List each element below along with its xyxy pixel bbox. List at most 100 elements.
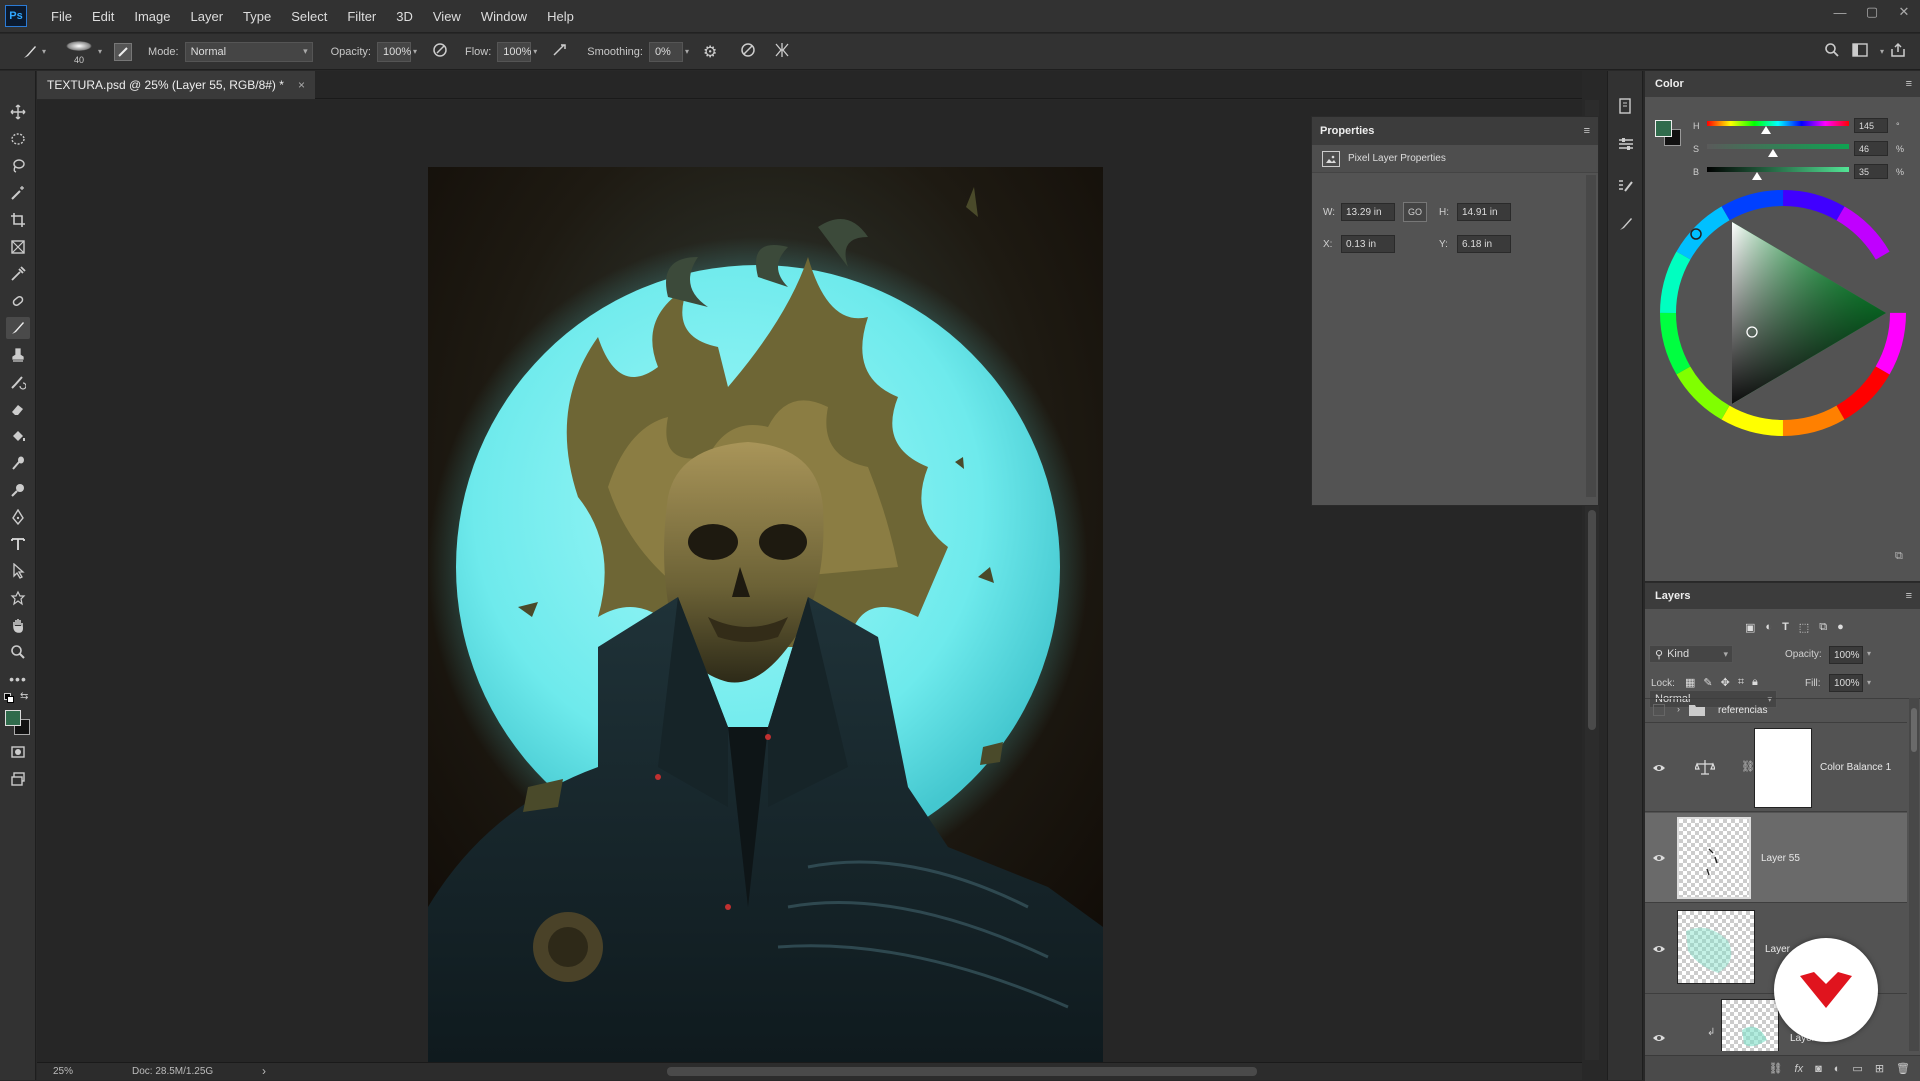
hand-tool-icon[interactable] bbox=[6, 614, 30, 636]
pen-tool-icon[interactable] bbox=[6, 506, 30, 528]
zoom-level[interactable]: 25% bbox=[53, 1066, 73, 1077]
mode-select[interactable]: Normal ▾ bbox=[184, 41, 313, 62]
more-tools-icon[interactable]: ••• bbox=[6, 668, 30, 690]
airbrush-icon[interactable] bbox=[551, 41, 571, 62]
maximize-icon[interactable]: ▢ bbox=[1856, 0, 1888, 24]
default-colors-icon[interactable]: ⇆ bbox=[4, 691, 32, 705]
menu-image[interactable]: Image bbox=[124, 0, 180, 33]
link-layers-icon[interactable]: ⛓︎ bbox=[1769, 1062, 1783, 1075]
gear-icon[interactable]: ⚙ bbox=[703, 42, 723, 62]
document-canvas[interactable] bbox=[428, 167, 1103, 1062]
smudge-tool-icon[interactable] bbox=[6, 452, 30, 474]
saturation-slider[interactable] bbox=[1707, 144, 1849, 149]
layer-row-selected[interactable]: Layer 55 bbox=[1645, 813, 1907, 903]
layer-mask-thumbnail[interactable] bbox=[1754, 728, 1812, 808]
menu-type[interactable]: Type bbox=[233, 0, 281, 33]
smoothing-field[interactable]: 0% bbox=[648, 41, 683, 62]
lock-transparent-icon[interactable]: ▦ bbox=[1685, 676, 1695, 689]
layer-style-icon[interactable]: fx bbox=[1795, 1063, 1804, 1075]
menu-window[interactable]: Window bbox=[471, 0, 537, 33]
panel-menu-icon[interactable]: ≡ bbox=[1584, 125, 1590, 137]
expand-chevron-icon[interactable]: › bbox=[1677, 704, 1680, 714]
eyedropper-icon[interactable] bbox=[6, 263, 30, 285]
filter-adjustment-icon[interactable]: ◐ bbox=[1765, 621, 1772, 634]
photoshop-logo[interactable]: Ps bbox=[5, 5, 27, 27]
brush-preset-picker[interactable]: 40 bbox=[62, 37, 96, 67]
trash-icon[interactable]: 🗑︎ bbox=[1896, 1062, 1910, 1075]
filter-type-icon[interactable]: T bbox=[1782, 621, 1789, 634]
opacity-field[interactable]: 100% bbox=[376, 41, 411, 62]
history-icon[interactable] bbox=[1617, 97, 1635, 118]
menu-filter[interactable]: Filter bbox=[337, 0, 386, 33]
menu-3d[interactable]: 3D bbox=[386, 0, 423, 33]
menu-select[interactable]: Select bbox=[281, 0, 337, 33]
new-group-icon[interactable]: ▭ bbox=[1852, 1062, 1862, 1075]
close-icon[interactable]: ✕ bbox=[1888, 0, 1920, 24]
fill-field[interactable]: 100% bbox=[1829, 674, 1863, 692]
brush-icon[interactable] bbox=[6, 317, 30, 339]
brush-tool-icon[interactable] bbox=[18, 43, 42, 61]
close-tab-icon[interactable]: × bbox=[298, 78, 305, 92]
layers-panel-menu-icon[interactable]: ≡ bbox=[1906, 590, 1912, 602]
color-panel-fg-swatch[interactable] bbox=[1655, 120, 1672, 137]
layer-opacity-field[interactable]: 100% bbox=[1829, 646, 1863, 664]
add-mask-icon[interactable]: ◙ bbox=[1815, 1063, 1822, 1075]
new-adjustment-icon[interactable]: ◐ bbox=[1834, 1063, 1841, 1075]
share-icon[interactable] bbox=[1890, 42, 1916, 61]
hue-field[interactable]: 145 bbox=[1854, 118, 1888, 133]
symmetry-icon[interactable] bbox=[773, 41, 793, 62]
menu-edit[interactable]: Edit bbox=[82, 0, 124, 33]
path-selection-icon[interactable] bbox=[6, 560, 30, 582]
marquee-tool-icon[interactable] bbox=[6, 128, 30, 150]
layer-filter-kind[interactable]: ⚲ Kind ▾ bbox=[1649, 645, 1733, 663]
eye-icon[interactable] bbox=[1651, 1031, 1667, 1045]
properties-title[interactable]: Properties bbox=[1320, 125, 1374, 137]
pressure-opacity-icon[interactable] bbox=[431, 41, 451, 62]
saturation-field[interactable]: 46 bbox=[1854, 141, 1888, 156]
color-title[interactable]: Color bbox=[1655, 78, 1684, 90]
link-dimensions-icon[interactable]: GO bbox=[1403, 202, 1427, 222]
horizontal-scroll-thumb[interactable] bbox=[667, 1067, 1257, 1076]
foreground-color-swatch[interactable] bbox=[5, 710, 21, 726]
height-field[interactable]: 14.91 in bbox=[1457, 203, 1511, 221]
color-wheel[interactable] bbox=[1658, 188, 1908, 438]
brushes-icon[interactable] bbox=[1617, 215, 1635, 236]
layer-row[interactable]: ⛓︎ Color Balance 1 bbox=[1645, 724, 1907, 812]
flow-field[interactable]: 100% bbox=[497, 41, 531, 62]
lasso-tool-icon[interactable] bbox=[6, 155, 30, 177]
x-field[interactable]: 0.13 in bbox=[1341, 235, 1395, 253]
layers-scrollbar[interactable] bbox=[1909, 698, 1919, 1051]
saturation-slider-thumb[interactable] bbox=[1768, 149, 1778, 157]
eye-icon[interactable] bbox=[1651, 942, 1667, 956]
brush-settings-icon[interactable] bbox=[114, 42, 133, 61]
menu-file[interactable]: File bbox=[41, 0, 82, 33]
paint-bucket-icon[interactable] bbox=[6, 425, 30, 447]
minimize-icon[interactable]: — bbox=[1824, 0, 1856, 24]
filter-smart-object-icon[interactable]: ⧉ bbox=[1819, 621, 1827, 634]
status-menu-arrow[interactable]: › bbox=[262, 1064, 266, 1078]
eye-icon[interactable] bbox=[1651, 851, 1667, 865]
lock-artboard-icon[interactable]: ⌗ bbox=[1738, 676, 1744, 689]
filter-toggle-icon[interactable]: ● bbox=[1837, 621, 1844, 634]
new-layer-icon[interactable]: ⊞ bbox=[1875, 1062, 1884, 1075]
eraser-icon[interactable] bbox=[6, 398, 30, 420]
color-panel-resize-icon[interactable]: ⧉ bbox=[1895, 550, 1903, 563]
history-brush-icon[interactable] bbox=[6, 371, 30, 393]
adjustments-icon[interactable] bbox=[1617, 135, 1635, 156]
custom-shape-icon[interactable] bbox=[6, 587, 30, 609]
lock-all-icon[interactable]: 🔒︎ bbox=[1752, 676, 1758, 689]
crop-tool-icon[interactable] bbox=[6, 209, 30, 231]
menu-view[interactable]: View bbox=[423, 0, 471, 33]
dodge-tool-icon[interactable] bbox=[6, 479, 30, 501]
workspace-icon[interactable] bbox=[1852, 43, 1880, 60]
filter-pixel-icon[interactable]: ▣ bbox=[1745, 621, 1755, 634]
magic-wand-icon[interactable] bbox=[6, 182, 30, 204]
properties-scrollbar[interactable] bbox=[1586, 175, 1596, 497]
search-icon[interactable] bbox=[1824, 42, 1852, 61]
lock-pixels-icon[interactable]: ✎ bbox=[1703, 676, 1712, 689]
layer-row[interactable]: › referencias bbox=[1645, 699, 1907, 723]
color-swatches[interactable] bbox=[4, 709, 32, 737]
menu-layer[interactable]: Layer bbox=[181, 0, 234, 33]
layer-thumbnail[interactable] bbox=[1677, 910, 1755, 984]
layers-title[interactable]: Layers bbox=[1655, 590, 1690, 602]
